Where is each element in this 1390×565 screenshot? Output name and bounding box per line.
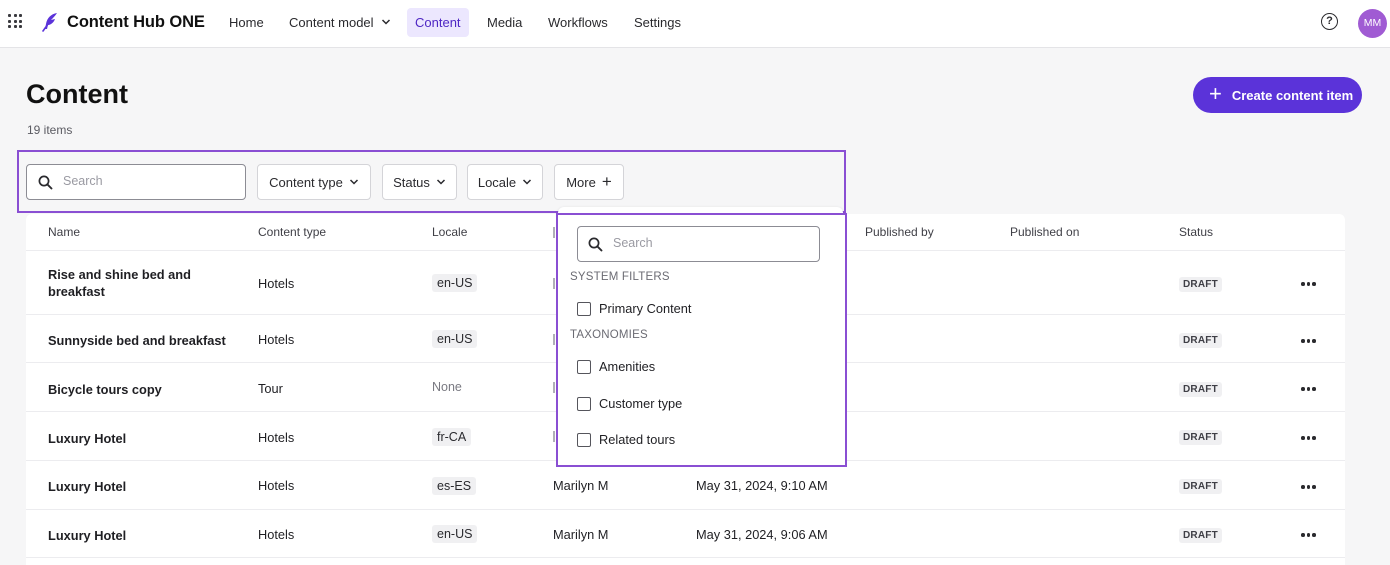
top-nav: Content Hub ONE Home Content model Conte…: [0, 0, 1390, 48]
taxonomies-heading: TAXONOMIES: [570, 329, 648, 341]
filter-option-related-tours[interactable]: Related tours: [577, 432, 675, 447]
search-icon: [38, 175, 53, 190]
row-updated-by: Marilyn M: [553, 527, 609, 542]
row-content-type: Hotels: [258, 478, 295, 493]
locale-badge: es-ES: [432, 477, 477, 495]
search-icon: [588, 237, 603, 252]
status-badge: DRAFT: [1179, 479, 1222, 494]
feather-logo-icon: [42, 13, 57, 32]
status-badge: DRAFT: [1179, 333, 1222, 348]
nav-item-content-model[interactable]: Content model: [281, 8, 399, 37]
column-header-status[interactable]: Status: [1179, 225, 1213, 239]
row-more-icon[interactable]: [1301, 485, 1317, 489]
row-more-icon[interactable]: [1301, 533, 1317, 537]
checkbox[interactable]: [577, 396, 591, 411]
row-name-link[interactable]: Luxury Hotel: [48, 527, 218, 544]
search-input[interactable]: [63, 174, 238, 188]
status-badge: DRAFT: [1179, 277, 1222, 292]
nav-item-media[interactable]: Media: [479, 8, 530, 37]
more-filters-dropdown: SYSTEM FILTERS Primary Content TAXONOMIE…: [556, 213, 847, 467]
create-content-item-button[interactable]: + Create content item: [1193, 77, 1362, 113]
content-type-filter-button[interactable]: Content type: [257, 164, 371, 200]
nav-item-content[interactable]: Content: [407, 8, 469, 37]
checkbox[interactable]: [577, 301, 591, 316]
item-count: 19 items: [27, 123, 73, 137]
nav-item-workflows[interactable]: Workflows: [540, 8, 616, 37]
locale-badge: en-US: [432, 330, 478, 348]
row-name-link[interactable]: Bicycle tours copy: [48, 381, 218, 398]
row-content-type: Hotels: [258, 527, 295, 542]
row-name-link[interactable]: Luxury Hotel: [48, 430, 218, 447]
column-header-published-on[interactable]: Published on: [1010, 225, 1079, 239]
status-badge: DRAFT: [1179, 528, 1222, 543]
row-name-link[interactable]: Sunnyside bed and breakfast: [48, 332, 248, 349]
hidden-column-edge: [553, 382, 555, 393]
hidden-column-edge: [553, 431, 555, 442]
dropdown-search-input[interactable]: [613, 236, 813, 250]
locale-none-text: None: [432, 380, 462, 394]
filter-option-amenities[interactable]: Amenities: [577, 359, 655, 374]
row-updated-on: May 31, 2024, 9:06 AM: [696, 527, 828, 542]
row-divider: [26, 557, 1345, 558]
dropdown-search-container[interactable]: [577, 226, 820, 262]
column-header-locale[interactable]: Locale: [432, 225, 467, 239]
filter-option-primary-content[interactable]: Primary Content: [577, 301, 691, 316]
system-filters-heading: SYSTEM FILTERS: [570, 271, 670, 283]
status-badge: DRAFT: [1179, 382, 1222, 397]
hidden-column-edge: [553, 227, 555, 238]
page-title: Content: [26, 79, 128, 109]
chevron-down-icon: [523, 179, 532, 185]
column-header-name[interactable]: Name: [48, 225, 80, 239]
row-name-link[interactable]: Luxury Hotel: [48, 478, 218, 495]
checkbox[interactable]: [577, 359, 591, 374]
row-name-link[interactable]: Rise and shine bed and breakfast: [48, 266, 218, 300]
plus-icon: +: [1209, 81, 1222, 106]
row-content-type: Tour: [258, 381, 283, 396]
row-divider: [26, 509, 1345, 510]
plus-icon: +: [601, 172, 612, 191]
row-more-icon[interactable]: [1301, 387, 1317, 391]
row-updated-by: Marilyn M: [553, 478, 609, 493]
status-badge: DRAFT: [1179, 430, 1222, 445]
chevron-down-icon: [436, 179, 445, 185]
locale-badge: fr-CA: [432, 428, 472, 446]
nav-item-home[interactable]: Home: [221, 8, 272, 37]
locale-badge: en-US: [432, 274, 478, 292]
nav-item-settings[interactable]: Settings: [626, 8, 689, 37]
brand[interactable]: Content Hub ONE: [42, 12, 205, 32]
more-filters-button[interactable]: More +: [554, 164, 624, 200]
locale-filter-button[interactable]: Locale: [467, 164, 543, 200]
hidden-column-edge: [553, 334, 555, 345]
row-content-type: Hotels: [258, 332, 295, 347]
row-more-icon[interactable]: [1301, 282, 1317, 286]
help-icon[interactable]: ?: [1321, 13, 1338, 30]
app-launcher-icon[interactable]: [8, 14, 22, 28]
avatar[interactable]: MM: [1358, 9, 1387, 38]
locale-badge: en-US: [432, 525, 478, 543]
row-updated-on: May 31, 2024, 9:10 AM: [696, 478, 828, 493]
chevron-down-icon: [382, 19, 391, 25]
status-filter-button[interactable]: Status: [382, 164, 457, 200]
chevron-down-icon: [349, 179, 358, 185]
checkbox[interactable]: [577, 432, 591, 447]
column-header-published-by[interactable]: Published by: [865, 225, 934, 239]
column-header-content-type[interactable]: Content type: [258, 225, 326, 239]
brand-name: Content Hub ONE: [67, 12, 205, 31]
search-input-container[interactable]: [26, 164, 246, 200]
row-content-type: Hotels: [258, 276, 295, 291]
row-more-icon[interactable]: [1301, 436, 1317, 440]
hidden-column-edge: [553, 278, 555, 289]
filter-option-customer-type[interactable]: Customer type: [577, 396, 682, 411]
row-more-icon[interactable]: [1301, 339, 1317, 343]
row-content-type: Hotels: [258, 430, 295, 445]
